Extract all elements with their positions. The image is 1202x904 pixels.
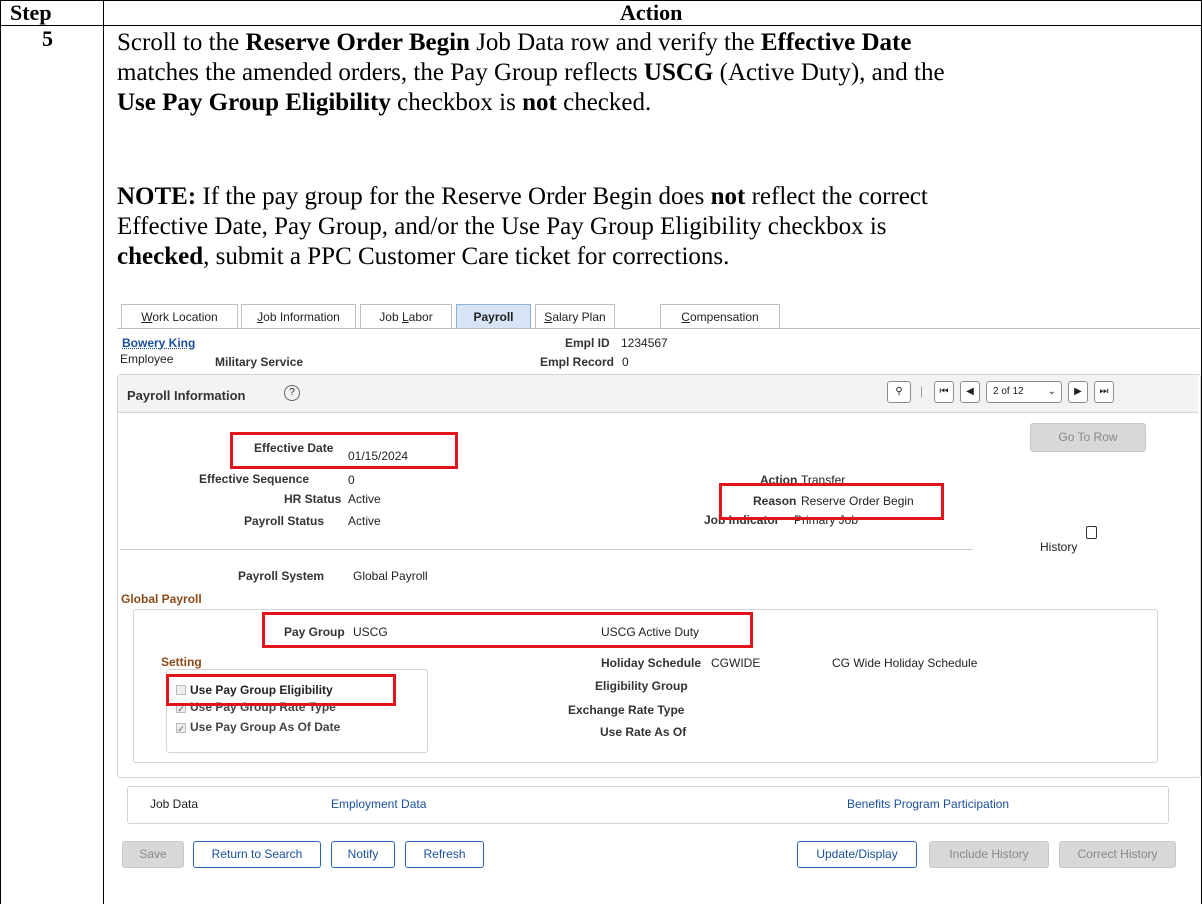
payroll-info-title: Payroll Information: [127, 388, 246, 403]
checkbox-checked-icon: ✓: [176, 723, 186, 734]
save-button[interactable]: Save: [122, 841, 184, 868]
step-number: 5: [42, 26, 53, 51]
hr-status-label: HR Status: [284, 492, 342, 506]
benefits-link[interactable]: Benefits Program Participation: [847, 797, 1009, 811]
highlight-pay-group: [262, 612, 753, 648]
prev-row-icon[interactable]: ◀: [960, 381, 980, 403]
highlight-effective-date: [230, 432, 458, 469]
update-display-button[interactable]: Update/Display: [797, 841, 917, 868]
tab-payroll[interactable]: Payroll: [456, 304, 531, 328]
note-paragraph: NOTE: If the pay group for the Reserve O…: [117, 183, 928, 270]
notify-button[interactable]: Notify: [331, 841, 395, 868]
include-history-button[interactable]: Include History: [929, 841, 1049, 868]
employee-name-link[interactable]: Bowery King: [122, 336, 195, 350]
tab-job-information[interactable]: Job Information: [241, 304, 356, 328]
table-header-border: [0, 25, 1202, 26]
chevron-down-icon: ⌄: [1047, 386, 1056, 397]
payroll-divider: [120, 549, 973, 550]
first-row-icon[interactable]: ⏮: [934, 381, 954, 403]
exchange-rate-type-label: Exchange Rate Type: [568, 703, 685, 717]
highlight-reason: [719, 483, 944, 520]
job-data-link[interactable]: Job Data: [150, 797, 198, 811]
tab-compensation[interactable]: Compensation: [660, 304, 780, 328]
instruction-paragraph: Scroll to the Reserve Order Begin Job Da…: [117, 29, 945, 116]
table-top-border: [0, 0, 1202, 1]
history-icon[interactable]: [1086, 526, 1097, 539]
empl-id-label: Empl ID: [565, 336, 610, 350]
employment-data-link[interactable]: Employment Data: [331, 797, 426, 811]
search-icon[interactable]: ⚲: [887, 381, 911, 403]
highlight-eligibility-checkbox: [166, 674, 396, 706]
empl-record-label: Empl Record: [540, 355, 615, 369]
payroll-status-value: Active: [348, 514, 381, 528]
correct-history-button[interactable]: Correct History: [1059, 841, 1176, 868]
effective-seq-value: 0: [348, 473, 355, 487]
employee-type: Employee: [120, 352, 174, 366]
go-to-row-button[interactable]: Go To Row: [1030, 423, 1146, 452]
payroll-system-label: Payroll System: [238, 569, 325, 583]
refresh-button[interactable]: Refresh: [405, 841, 484, 868]
payroll-system-value: Global Payroll: [353, 569, 428, 583]
step-column-header: Step: [10, 0, 52, 25]
table-col-divider: [103, 0, 104, 904]
return-to-search-button[interactable]: Return to Search: [193, 841, 321, 868]
tab-job-labor[interactable]: Job Labor: [360, 304, 452, 328]
table-left-border: [0, 0, 1, 904]
tab-salary-plan[interactable]: Salary Plan: [535, 304, 615, 328]
use-rate-as-of-label: Use Rate As Of: [600, 725, 687, 739]
holiday-schedule-description: CG Wide Holiday Schedule: [832, 656, 978, 670]
last-row-icon[interactable]: ⏭: [1094, 381, 1114, 403]
holiday-schedule-label: Holiday Schedule: [601, 656, 702, 670]
holiday-schedule-value: CGWIDE: [711, 656, 761, 670]
separator: |: [920, 384, 924, 398]
payroll-screenshot: Work Location Job Information Job Labor …: [117, 300, 1201, 883]
employee-service: Military Service: [215, 355, 304, 369]
tab-work-location[interactable]: Work Location: [121, 304, 238, 328]
related-links-bar: [127, 786, 1169, 824]
use-pay-group-as-of-date-checkbox[interactable]: ✓ Use Pay Group As Of Date: [176, 720, 340, 734]
hr-status-value: Active: [348, 492, 381, 506]
empl-record-value: 0: [622, 355, 629, 369]
eligibility-group-label: Eligibility Group: [595, 679, 688, 693]
effective-seq-label: Effective Sequence: [199, 472, 310, 486]
setting-title: Setting: [161, 655, 202, 669]
global-payroll-title: Global Payroll: [121, 592, 202, 606]
history-link[interactable]: History: [1040, 540, 1077, 554]
help-icon[interactable]: ?: [284, 385, 300, 401]
tab-underline: [117, 328, 1200, 329]
empl-id-value: 1234567: [621, 336, 668, 350]
payroll-status-label: Payroll Status: [244, 514, 325, 528]
action-column-header: Action: [620, 0, 683, 25]
next-row-icon[interactable]: ▶: [1068, 381, 1088, 403]
row-pager-select[interactable]: 2 of 12 ⌄: [986, 381, 1062, 403]
